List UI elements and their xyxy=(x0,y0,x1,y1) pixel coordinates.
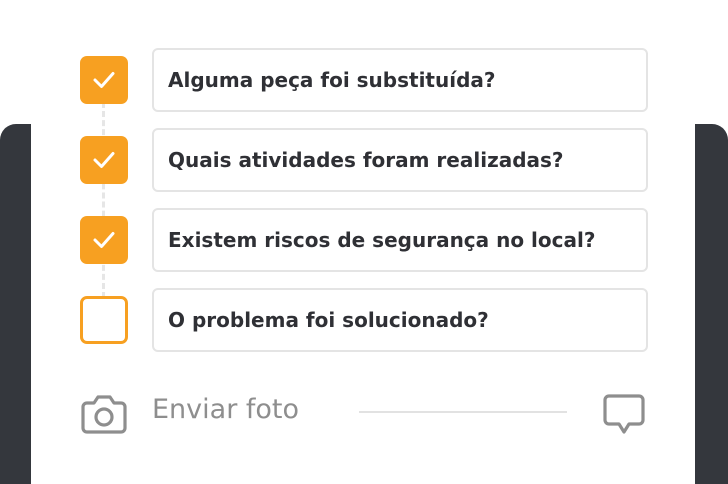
checklist-item: O problema foi solucionado? xyxy=(80,288,648,352)
photo-upload-row: Enviar foto xyxy=(80,388,648,436)
divider xyxy=(359,411,567,413)
checkbox-unchecked[interactable] xyxy=(80,296,128,344)
checkbox-checked[interactable] xyxy=(80,56,128,104)
camera-icon[interactable] xyxy=(80,392,128,436)
checkmark-icon xyxy=(93,232,115,248)
question-field[interactable]: Alguma peça foi substituída? xyxy=(152,48,648,112)
checkmark-icon xyxy=(93,152,115,168)
checkbox-checked[interactable] xyxy=(80,136,128,184)
question-field[interactable]: Existem riscos de segurança no local? xyxy=(152,208,648,272)
checkmark-icon xyxy=(93,72,115,88)
checkbox-checked[interactable] xyxy=(80,216,128,264)
checklist-item: Alguma peça foi substituída? xyxy=(80,48,648,112)
checklist-item: Quais atividades foram realizadas? xyxy=(80,128,648,192)
question-field[interactable]: Quais atividades foram realizadas? xyxy=(152,128,648,192)
question-field[interactable]: O problema foi solucionado? xyxy=(152,288,648,352)
checklist-item: Existem riscos de segurança no local? xyxy=(80,208,648,272)
send-photo-label[interactable]: Enviar foto xyxy=(152,394,299,425)
comment-icon[interactable] xyxy=(602,392,646,436)
